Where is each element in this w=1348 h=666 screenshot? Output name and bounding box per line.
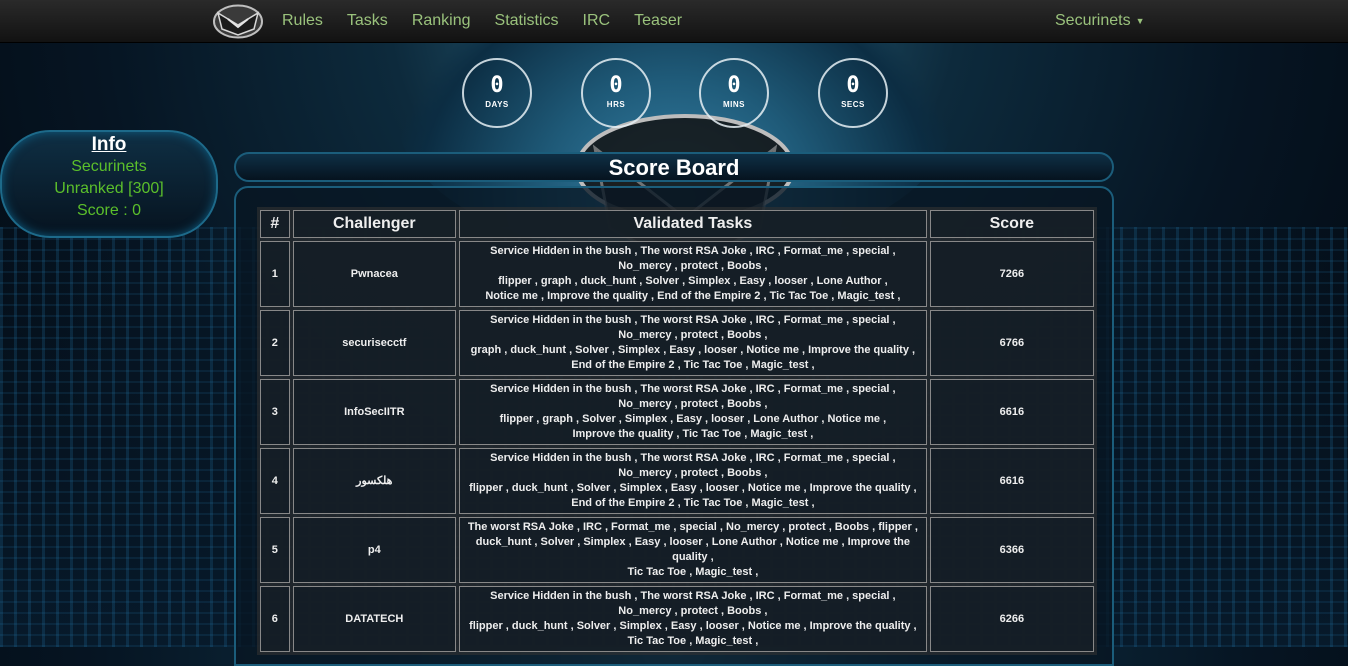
task-line: Service Hidden in the bush , The worst R… (490, 452, 896, 479)
nav-irc[interactable]: IRC (583, 12, 611, 30)
task-line: Service Hidden in the bush , The worst R… (490, 314, 896, 341)
countdown-label: SECS (841, 100, 865, 109)
task-line: Service Hidden in the bush , The worst R… (490, 245, 896, 272)
scoreboard-title-bar: Score Board (234, 152, 1114, 182)
row-score: 6616 (929, 379, 1094, 445)
countdown-value: 0 (846, 73, 860, 98)
row-score: 6266 (929, 586, 1094, 652)
row-challenger: DATATECH (292, 586, 457, 652)
scoreboard-table: # Challenger Validated Tasks Score 1 Pwna… (257, 207, 1097, 655)
info-team: Securinets (71, 158, 147, 175)
table-header-row: # Challenger Validated Tasks Score (260, 210, 1094, 238)
caret-down-icon: ▼ (1135, 16, 1145, 26)
task-line: The worst RSA Joke , IRC , Format_me , s… (467, 521, 918, 563)
row-challenger: InfoSecIITR (292, 379, 457, 445)
countdown-value: 0 (727, 73, 741, 98)
task-line: graph , duck_hunt , Solver , Simplex , E… (470, 344, 916, 356)
row-rank: 3 (260, 379, 290, 445)
row-rank: 2 (260, 310, 290, 376)
info-title: Info (91, 134, 127, 155)
row-rank: 5 (260, 517, 290, 583)
table-row: 5 p4 The worst RSA Joke , IRC , Format_me … (260, 517, 1094, 583)
logo-icon[interactable] (210, 3, 266, 40)
table-row: 2 securisecctf Service Hidden in the bush … (260, 310, 1094, 376)
row-validated-tasks: Service Hidden in the bush , The worst R… (459, 310, 927, 376)
row-validated-tasks: Service Hidden in the bush , The worst R… (459, 448, 927, 514)
column-header-challenger: Challenger (292, 210, 457, 238)
row-challenger: p4 (292, 517, 457, 583)
countdown-label: HRS (606, 100, 626, 109)
nav-teaser[interactable]: Teaser (634, 12, 682, 30)
countdown-label: MINS (723, 100, 745, 109)
row-challenger: Pwnacea (292, 241, 457, 307)
scoreboard-rows: 1 Pwnacea Service Hidden in the bush , The… (260, 241, 1094, 652)
row-score: 6366 (929, 517, 1094, 583)
row-validated-tasks: Service Hidden in the bush , The worst R… (459, 586, 927, 652)
row-validated-tasks: Service Hidden in the bush , The worst R… (459, 379, 927, 445)
countdown-seconds: 0 SECS (818, 58, 888, 128)
row-challenger: هلكسور (292, 448, 457, 514)
table-row: 4 هلكسور Service Hidden in the bush , The … (260, 448, 1094, 514)
row-rank: 1 (260, 241, 290, 307)
task-line: Notice me , Improve the quality , End of… (485, 290, 901, 302)
column-header-tasks: Validated Tasks (459, 210, 927, 238)
task-line: Service Hidden in the bush , The worst R… (490, 383, 896, 410)
countdown-value: 0 (490, 73, 504, 98)
nav-tasks[interactable]: Tasks (347, 12, 388, 30)
info-score: Score : 0 (76, 202, 142, 219)
task-line: Service Hidden in the bush , The worst R… (490, 590, 896, 617)
row-validated-tasks: The worst RSA Joke , IRC , Format_me , s… (459, 517, 927, 583)
page-title: Score Board (608, 155, 740, 180)
countdown-value: 0 (609, 73, 623, 98)
table-row: 3 InfoSecIITR Service Hidden in the bush ,… (260, 379, 1094, 445)
table-row: 6 DATATECH Service Hidden in the bush , Th… (260, 586, 1094, 652)
row-score: 6616 (929, 448, 1094, 514)
task-line: End of the Empire 2 , Tic Tac Toe , Magi… (571, 359, 815, 371)
countdown-label: DAYS (485, 100, 509, 109)
countdown-hours: 0 HRS (581, 58, 651, 128)
user-menu[interactable]: Securinets ▼ (1055, 0, 1145, 42)
column-header-score: Score (929, 210, 1094, 238)
task-line: flipper , duck_hunt , Solver , Simplex ,… (469, 620, 917, 632)
info-panel: Info Securinets Unranked [300] Score : 0 (0, 130, 218, 238)
nav-rules[interactable]: Rules (282, 12, 323, 30)
countdown-days: 0 DAYS (462, 58, 532, 128)
row-score: 6766 (929, 310, 1094, 376)
nav-ranking[interactable]: Ranking (412, 12, 471, 30)
task-line: Improve the quality , Tic Tac Toe , Magi… (572, 428, 814, 440)
task-line: flipper , graph , duck_hunt , Solver , S… (498, 275, 888, 287)
scoreboard-panel: # Challenger Validated Tasks Score 1 Pwna… (234, 186, 1114, 666)
task-line: flipper , graph , Solver , Simplex , Eas… (499, 413, 887, 425)
row-score: 7266 (929, 241, 1094, 307)
countdown-minutes: 0 MINS (699, 58, 769, 128)
row-rank: 6 (260, 586, 290, 652)
top-navbar: Rules Tasks Ranking Statistics IRC Tease… (0, 0, 1348, 43)
table-row: 1 Pwnacea Service Hidden in the bush , The… (260, 241, 1094, 307)
user-menu-label: Securinets (1055, 12, 1131, 29)
countdown: 0 DAYS 0 HRS 0 MINS 0 SECS (460, 58, 920, 132)
info-rank: Unranked [300] (54, 180, 164, 197)
task-line: Tic Tac Toe , Magic_test , (627, 566, 759, 578)
task-line: flipper , duck_hunt , Solver , Simplex ,… (469, 482, 917, 494)
nav-links: Rules Tasks Ranking Statistics IRC Tease… (282, 0, 706, 42)
row-validated-tasks: Service Hidden in the bush , The worst R… (459, 241, 927, 307)
nav-statistics[interactable]: Statistics (495, 12, 559, 30)
task-line: End of the Empire 2 , Tic Tac Toe , Magi… (571, 497, 815, 509)
column-header-rank: # (260, 210, 290, 238)
row-rank: 4 (260, 448, 290, 514)
row-challenger: securisecctf (292, 310, 457, 376)
